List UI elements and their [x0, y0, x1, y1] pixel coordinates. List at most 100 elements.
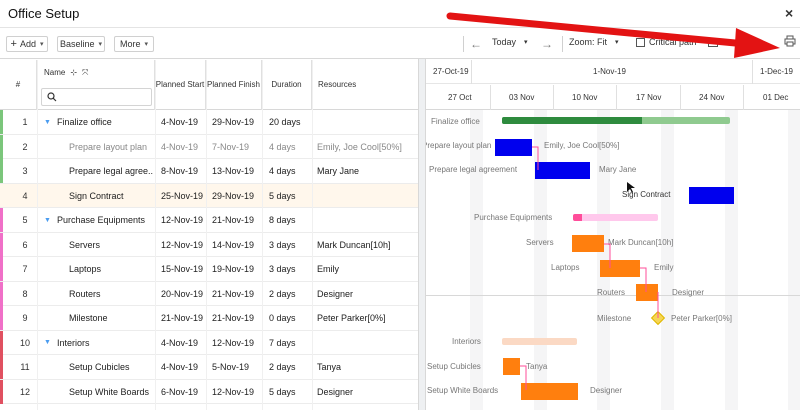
task-name-cell[interactable]: Servers	[69, 233, 153, 257]
task-name-cell[interactable]: ▼ Interiors	[44, 331, 153, 355]
col-header-planned-finish[interactable]: Planned Finish	[206, 60, 262, 110]
planned-finish-cell[interactable]: 21-Nov-19	[212, 306, 262, 330]
resources-cell[interactable]: Designer	[317, 282, 417, 306]
col-header-duration[interactable]: Duration	[262, 60, 312, 110]
planned-start-cell[interactable]: 6-Nov-19	[161, 380, 205, 404]
search-icon	[47, 92, 57, 102]
table-row[interactable]: 3 Prepare legal agree... 8-Nov-19 13-Nov-19…	[0, 159, 418, 184]
task-name-cell[interactable]: Setup White Boards	[69, 380, 153, 404]
resources-cell[interactable]: Tanya	[317, 355, 417, 379]
table-row[interactable]: 7 Laptops 15-Nov-19 19-Nov-19 3 days Emily	[0, 257, 418, 282]
close-icon[interactable]: ×	[785, 5, 793, 21]
task-name-cell[interactable]: Prepare legal agree...	[69, 159, 153, 183]
planned-finish-cell[interactable]: 13-Nov-19	[212, 159, 262, 183]
planned-finish-cell[interactable]: 21-Nov-19	[212, 282, 262, 306]
collapse-all-icon[interactable]: ⤧	[82, 67, 88, 79]
gantt-chart: 27-Oct-19 1-Nov-19 1-Dec-19 27 Oct 03 No…	[426, 60, 800, 410]
task-name-cell[interactable]: Sign Contract	[69, 184, 153, 208]
table-row[interactable]: 4 Sign Contract 25-Nov-19 29-Nov-19 5 days	[0, 183, 418, 208]
add-button-label: Add	[19, 39, 36, 49]
planned-finish-cell[interactable]: 12-Nov-19	[212, 331, 262, 355]
table-row[interactable]: 9 Milestone 21-Nov-19 21-Nov-19 0 days Peter …	[0, 306, 418, 331]
col-header-planned-start[interactable]: Planned Start	[155, 60, 206, 110]
planned-finish-cell[interactable]: 5-Nov-19	[212, 355, 262, 379]
row-number: 8	[22, 288, 28, 299]
more-button[interactable]: More ▾	[114, 36, 154, 52]
row-number: 6	[22, 239, 28, 250]
resources-cell[interactable]: Designer	[317, 380, 417, 404]
duration-cell[interactable]: 3 days	[269, 257, 311, 281]
duration-cell[interactable]: 3 days	[269, 233, 311, 257]
planned-finish-cell[interactable]: 12-Nov-19	[212, 380, 262, 404]
expand-all-icon[interactable]: ⊹	[70, 67, 77, 79]
planned-start-cell[interactable]: 4-Nov-19	[161, 331, 205, 355]
planned-finish-cell[interactable]: 29-Nov-19	[212, 110, 262, 134]
duration-cell[interactable]: 2 days	[269, 355, 311, 379]
planned-start-cell[interactable]: 20-Nov-19	[161, 282, 205, 306]
row-number: 5	[22, 215, 28, 225]
duration-cell[interactable]: 4 days	[269, 159, 311, 183]
task-name: Sign Contract	[69, 190, 124, 201]
resources-cell[interactable]	[317, 184, 417, 208]
task-name-cell[interactable]: Laptops	[69, 257, 153, 281]
task-name-cell[interactable]: Setup Cubicles	[69, 355, 153, 379]
planned-start-cell[interactable]: 15-Nov-19	[161, 257, 205, 281]
collapse-caret-icon[interactable]: ▼	[44, 339, 51, 346]
planned-finish-cell[interactable]: 21-Nov-19	[212, 208, 262, 232]
table-row[interactable]: 8 Routers 20-Nov-19 21-Nov-19 2 days Designer	[0, 281, 418, 306]
name-search-input[interactable]	[41, 88, 152, 106]
planned-finish-cell[interactable]: 14-Nov-19	[212, 233, 262, 257]
table-row[interactable]: 5 ▼ Purchase Equipments 12-Nov-19 21-Nov-19 8…	[0, 208, 418, 233]
planned-finish-cell[interactable]: 19-Nov-19	[212, 257, 262, 281]
planned-start-cell[interactable]: 21-Nov-19	[161, 306, 205, 330]
column-divider	[37, 60, 38, 410]
row-number: 9	[22, 313, 28, 323]
planned-start-cell[interactable]: 25-Nov-19	[161, 184, 205, 208]
resources-cell[interactable]: Mary Jane	[317, 159, 417, 183]
table-row[interactable]: 6 Servers 12-Nov-19 14-Nov-19 3 days Mark Dun…	[0, 232, 418, 257]
task-name-cell[interactable]: Milestone	[69, 306, 153, 330]
table-row[interactable]: 11 Setup Cubicles 4-Nov-19 5-Nov-19 2 days Ta…	[0, 355, 418, 380]
duration-cell[interactable]: 8 days	[269, 208, 311, 232]
duration-cell[interactable]: 4 days	[269, 135, 311, 159]
resources-cell[interactable]: Emily, Joe Cool[50%]	[317, 135, 417, 159]
resources-cell[interactable]: Peter Parker[0%]	[317, 306, 417, 330]
collapse-caret-icon[interactable]: ▼	[44, 217, 51, 224]
add-button[interactable]: + Add ▾	[6, 36, 48, 52]
planned-start-cell[interactable]: 12-Nov-19	[161, 208, 205, 232]
resources-cell[interactable]: Mark Duncan[10h]	[317, 233, 417, 257]
duration-cell[interactable]: 0 days	[269, 306, 311, 330]
duration-cell[interactable]: 5 days	[269, 184, 311, 208]
resources-cell[interactable]	[317, 331, 417, 355]
collapse-caret-icon[interactable]: ▼	[44, 119, 51, 126]
planned-start-cell[interactable]: 12-Nov-19	[161, 233, 205, 257]
table-row[interactable]: 1 ▼ Finalize office 4-Nov-19 29-Nov-19 20 day…	[0, 110, 418, 135]
more-button-label: More	[119, 39, 141, 49]
resources-cell[interactable]	[317, 208, 417, 232]
resources-cell[interactable]	[317, 110, 417, 134]
resources-cell[interactable]: Emily	[317, 257, 417, 281]
task-name: Interiors	[56, 337, 90, 348]
table-row[interactable]: 10 ▼ Interiors 4-Nov-19 12-Nov-19 7 days	[0, 330, 418, 355]
planned-finish-cell[interactable]: 7-Nov-19	[212, 135, 262, 159]
duration-cell[interactable]: 20 days	[269, 110, 311, 134]
planned-start-cell[interactable]: 4-Nov-19	[161, 135, 205, 159]
col-header-resources[interactable]: Resources	[312, 60, 418, 110]
task-name-cell[interactable]: ▼ Purchase Equipments	[44, 208, 153, 232]
planned-finish-cell[interactable]: 29-Nov-19	[212, 184, 262, 208]
planned-start-cell[interactable]: 4-Nov-19	[161, 110, 205, 134]
table-row[interactable]: 12 Setup White Boards 6-Nov-19 12-Nov-19 5 d…	[0, 379, 418, 404]
table-row[interactable]: 2 Prepare layout plan 4-Nov-19 7-Nov-19 4 da…	[0, 134, 418, 159]
task-name: Routers	[69, 288, 101, 299]
task-name-cell[interactable]: Prepare layout plan	[69, 135, 153, 159]
pane-splitter[interactable]	[418, 59, 426, 410]
task-name-cell[interactable]: Routers	[69, 282, 153, 306]
planned-start-cell[interactable]: 8-Nov-19	[161, 159, 205, 183]
duration-cell[interactable]: 2 days	[269, 282, 311, 306]
planned-start-cell[interactable]: 4-Nov-19	[161, 355, 205, 379]
task-name-cell[interactable]: ▼ Finalize office	[44, 110, 153, 134]
task-name: Servers	[69, 239, 101, 250]
baseline-button[interactable]: Baseline ▾	[57, 36, 105, 52]
duration-cell[interactable]: 7 days	[269, 331, 311, 355]
duration-cell[interactable]: 5 days	[269, 380, 311, 404]
